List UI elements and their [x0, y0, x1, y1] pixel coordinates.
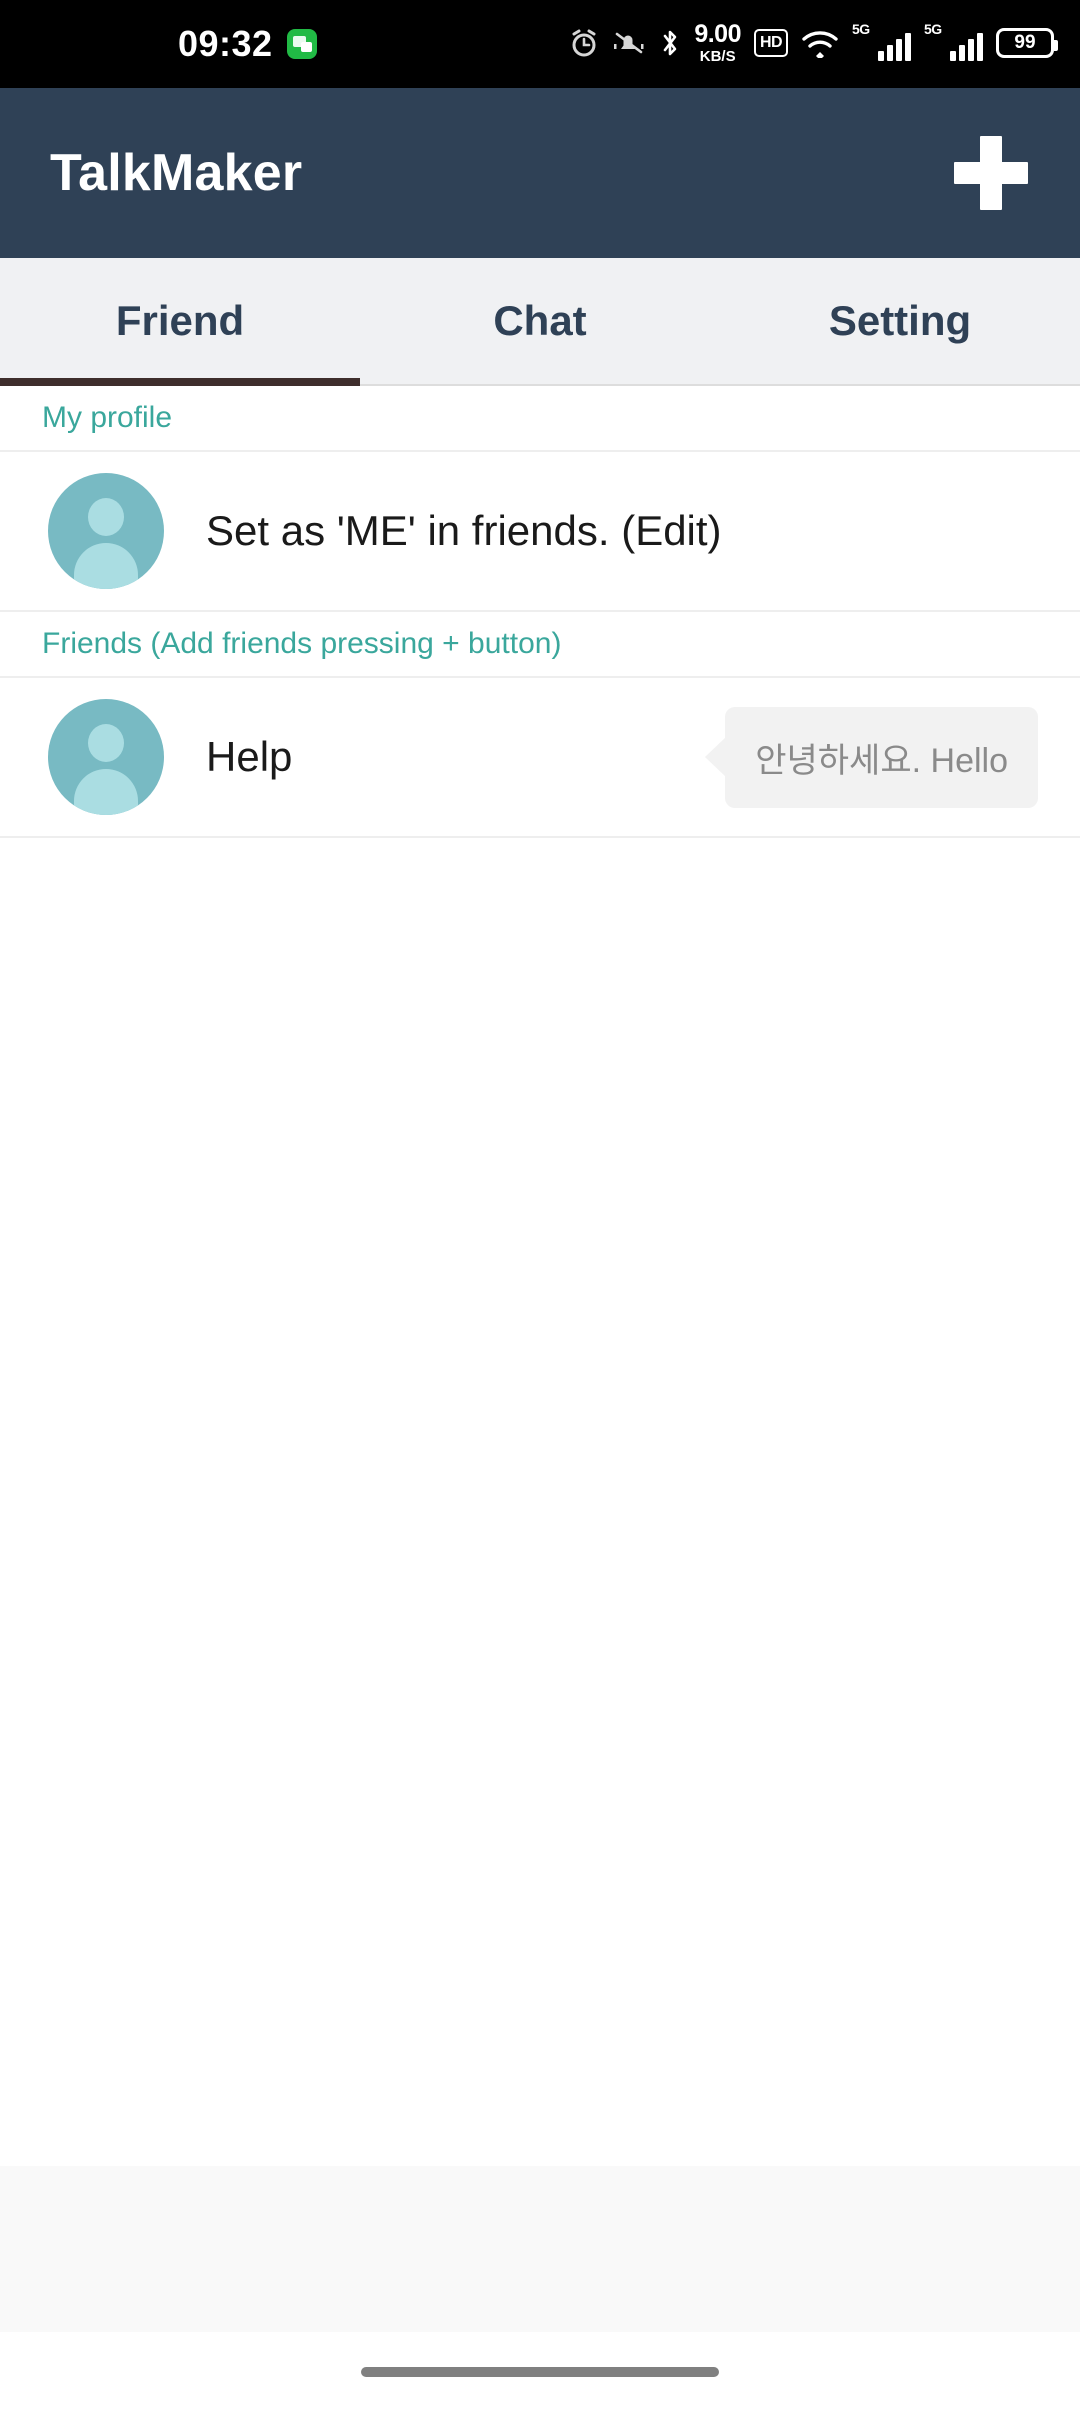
navigation-gesture-area	[0, 2332, 1080, 2412]
person-placeholder-avatar	[48, 699, 164, 815]
sim2-network-label: 5G	[924, 21, 942, 37]
friend-name-label: Help	[206, 733, 293, 780]
status-bar-right: 9.00 KB/S HD 5G 5G 99	[569, 0, 1058, 88]
friend-status-bubble: 안녕하세요. Hello	[725, 706, 1038, 808]
app-screen: 09:32 9.00 KB/S HD 5G 5G 99 TalkMaker Fr…	[0, 0, 1080, 2412]
battery-level-label: 99	[1014, 32, 1036, 53]
signal-bar	[968, 39, 974, 61]
page-title: TalkMaker	[50, 144, 303, 202]
battery-icon: 99	[996, 28, 1058, 58]
signal-bar	[950, 51, 956, 61]
signal-bar	[977, 33, 983, 61]
friend-status-message: 안녕하세요. Hello	[755, 741, 1008, 780]
friend-list-content: My profile Set as 'ME' in friends. (Edit…	[0, 386, 1080, 2166]
status-bar-left: 09:32	[178, 26, 317, 62]
tab-chat[interactable]: Chat	[360, 258, 720, 384]
bluetooth-icon	[664, 30, 677, 56]
my-profile-row[interactable]: Set as 'ME' in friends. (Edit)	[0, 452, 1080, 612]
status-bar-clock: 09:32	[178, 23, 273, 64]
signal-bar	[896, 39, 902, 61]
signal-bar	[905, 33, 911, 61]
network-speed-unit: KB/S	[699, 48, 736, 65]
tab-setting-label: Setting	[828, 297, 972, 344]
sim1-network-label: 5G	[852, 21, 870, 37]
add-friend-plus-icon[interactable]	[954, 136, 1028, 210]
empty-list-area	[0, 838, 1080, 2166]
wifi-icon	[802, 31, 838, 58]
section-header-friends: Friends (Add friends pressing + button)	[0, 612, 1080, 678]
tab-friend[interactable]: Friend	[0, 258, 360, 386]
status-bar: 09:32 9.00 KB/S HD 5G 5G 99	[0, 0, 1080, 88]
tab-setting[interactable]: Setting	[720, 258, 1080, 384]
chat-bubble-icon	[286, 29, 317, 59]
home-gesture-bar[interactable]	[361, 2367, 719, 2377]
hd-voice-icon: HD	[754, 29, 788, 57]
signal-bar	[959, 45, 965, 61]
sim2-signal-icon: 5G	[924, 21, 983, 61]
tab-friend-label: Friend	[115, 297, 245, 344]
sim2-bars	[950, 33, 983, 61]
signal-bar	[887, 45, 893, 61]
network-speed-value: 9.00	[694, 20, 741, 48]
sim1-bars	[878, 33, 911, 61]
friend-row-help[interactable]: Help 안녕하세요. Hello	[0, 678, 1080, 838]
section-header-my-profile: My profile	[0, 386, 1080, 452]
tab-chat-label: Chat	[493, 297, 587, 344]
person-placeholder-avatar	[48, 473, 164, 589]
my-profile-label: Set as 'ME' in friends. (Edit)	[206, 507, 722, 554]
app-bar: TalkMaker	[0, 88, 1080, 258]
bottom-ad-placeholder	[0, 2166, 1080, 2332]
hd-voice-label: HD	[759, 34, 783, 51]
sim1-signal-icon: 5G	[852, 21, 911, 61]
tab-bar: Friend Chat Setting	[0, 258, 1080, 386]
alarm-clock-icon	[572, 29, 596, 57]
network-speed-indicator: 9.00 KB/S	[694, 20, 741, 65]
signal-bar	[878, 51, 884, 61]
bell-muted-icon	[614, 32, 644, 54]
